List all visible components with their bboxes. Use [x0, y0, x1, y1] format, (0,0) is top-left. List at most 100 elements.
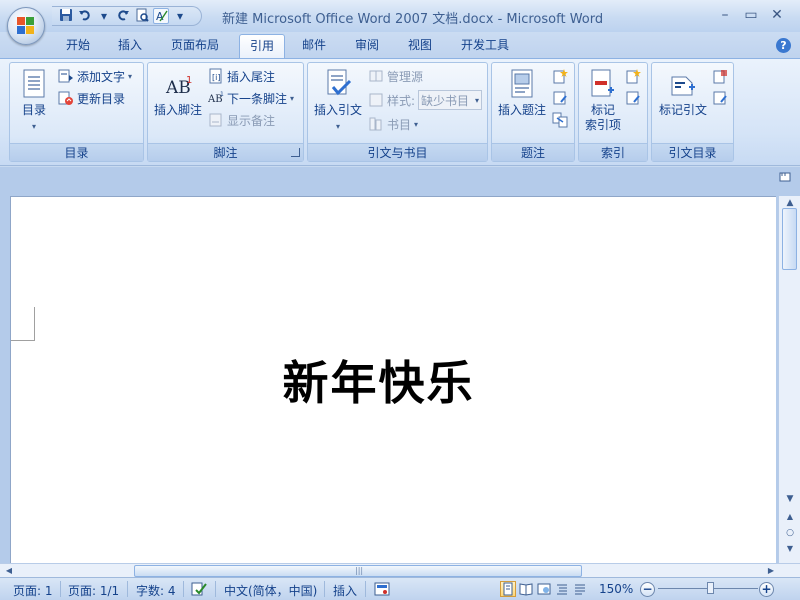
view-ruler-icon[interactable] [778, 171, 792, 185]
tab-insert[interactable]: 插入 [110, 34, 150, 58]
minimize-button[interactable]: – [712, 6, 738, 24]
footnotes-launcher-icon[interactable]: launcher [291, 148, 300, 157]
update-table-button[interactable] [552, 88, 568, 108]
update-toc-icon [58, 91, 73, 105]
insert-endnote-button[interactable]: [i] 插入尾注 [208, 66, 275, 86]
maximize-button[interactable]: ▭ [738, 6, 764, 24]
customize-qat-icon[interactable]: ▾ [172, 8, 188, 24]
mark-citation-button[interactable]: 标记引文 [654, 73, 712, 118]
previous-page-icon[interactable]: ▲ [782, 510, 798, 524]
toc-button[interactable]: 目录 ▾ [14, 69, 54, 134]
next-footnote-button[interactable]: AB 1 下一条脚注 ▾ [208, 88, 294, 108]
group-citations: 插入引文 ▾ 管理源 样式: 缺少书目 ▾ 书目 ▾ 引文与书目 [307, 62, 488, 162]
zoom-out-icon[interactable]: − [640, 582, 655, 597]
horizontal-scrollbar[interactable]: ◀ ||| ▶ [0, 563, 800, 577]
insert-index-button[interactable] [625, 66, 641, 86]
ribbon: 目录 ▾ 添加文字 ▾ 更新目录 目录 AB 1 插入脚注 [i] 插入尾注 AB 1… [0, 58, 800, 166]
tab-page-layout[interactable]: 页面布局 [163, 34, 227, 58]
update-index-icon [626, 91, 640, 105]
status-separator [60, 581, 61, 597]
undo-icon[interactable] [77, 8, 93, 24]
vertical-scrollbar[interactable]: ▲ ▼ ▲ ○ ▼ [778, 196, 800, 563]
style-dropdown[interactable]: 缺少书目 ▾ [418, 90, 483, 110]
insert-caption-icon [511, 69, 533, 98]
update-toc-button[interactable]: 更新目录 [58, 88, 125, 108]
status-separator [127, 581, 128, 597]
group-footnotes-label: 脚注 [148, 143, 303, 161]
status-insert-mode[interactable]: 插入 [333, 582, 357, 599]
mark-entry-label-line1: 标记 [590, 103, 615, 117]
zoom-in-icon[interactable]: + [759, 582, 774, 597]
vertical-scroll-thumb[interactable] [782, 208, 797, 270]
tab-review[interactable]: 审阅 [347, 34, 387, 58]
tab-references[interactable]: 引用 [239, 34, 285, 58]
select-browse-object-icon[interactable]: ○ [782, 526, 798, 540]
redo-icon[interactable] [115, 8, 131, 24]
insert-citation-button[interactable]: 插入引文 ▾ [310, 69, 366, 134]
update-index-button[interactable] [625, 88, 641, 108]
undo-dropdown-icon[interactable]: ▾ [96, 8, 112, 24]
macro-record-icon[interactable] [374, 581, 390, 600]
scroll-down-icon[interactable]: ▼ [782, 492, 798, 506]
update-toa-icon [713, 91, 727, 105]
office-button[interactable] [7, 7, 45, 45]
status-word-count[interactable]: 字数: 4 [136, 582, 176, 599]
group-table-of-authorities: 标记引文 引文目录 [651, 62, 734, 162]
mark-entry-button[interactable]: 标记 索引项 [581, 69, 625, 133]
bibliography-label: 书目 [387, 117, 412, 132]
update-toa-button[interactable] [712, 88, 728, 108]
tab-home[interactable]: 开始 [58, 34, 98, 58]
insert-caption-label: 插入题注 [497, 103, 546, 117]
next-footnote-label: 下一条脚注 [227, 91, 288, 106]
insert-table-of-figures-button[interactable] [552, 66, 568, 86]
group-captions: 插入题注 题注 [491, 62, 575, 162]
add-text-label: 添加文字 [77, 69, 126, 84]
outline-view-icon[interactable] [554, 581, 570, 597]
zoom-level[interactable]: 150% [599, 582, 633, 596]
manage-sources-button[interactable]: 管理源 [368, 66, 423, 86]
group-index: 标记 索引项 索引 [578, 62, 648, 162]
document-text[interactable]: 新年快乐 [11, 347, 776, 413]
toc-icon [23, 69, 45, 98]
tab-view[interactable]: 视图 [400, 34, 440, 58]
next-page-icon[interactable]: ▼ [782, 542, 798, 556]
close-button[interactable]: ✕ [764, 6, 790, 24]
web-layout-view-icon[interactable] [536, 581, 552, 597]
show-notes-label: 显示备注 [227, 113, 276, 128]
status-separator [183, 581, 184, 597]
proofing-icon[interactable] [190, 581, 208, 600]
svg-text:1: 1 [220, 91, 224, 98]
zoom-slider-thumb[interactable] [707, 582, 714, 594]
status-page-count[interactable]: 页面: 1/1 [68, 582, 119, 599]
save-icon[interactable] [58, 8, 74, 24]
bibliography-dropdown-icon: ▾ [414, 119, 419, 129]
add-text-button[interactable]: 添加文字 ▾ [58, 66, 132, 86]
office-logo-icon [17, 17, 35, 35]
show-notes-button[interactable]: 显示备注 [208, 110, 275, 130]
horizontal-scroll-thumb[interactable]: ||| [134, 565, 582, 577]
insert-toa-button[interactable] [712, 66, 728, 86]
scroll-left-icon[interactable]: ◀ [2, 564, 16, 578]
status-language[interactable]: 中文(简体，中国) [224, 582, 317, 599]
status-separator [215, 581, 216, 597]
spelling-icon[interactable]: A [153, 8, 169, 24]
style-dropdown-value: 缺少书目 [421, 93, 470, 108]
status-page[interactable]: 页面: 1 [13, 582, 53, 599]
group-footnotes: AB1 插入脚注 [i] 插入尾注 AB1 下一条脚注▾ 显示备注 脚注 lau… [147, 62, 304, 162]
cross-reference-button[interactable] [552, 110, 568, 130]
tab-developer[interactable]: 开发工具 [453, 34, 517, 58]
print-layout-view-icon[interactable] [500, 581, 516, 597]
draft-view-icon[interactable] [572, 581, 588, 597]
tab-mailings[interactable]: 邮件 [294, 34, 334, 58]
help-icon[interactable]: ? [776, 38, 791, 53]
print-preview-icon[interactable] [134, 8, 150, 24]
insert-caption-button[interactable]: 插入题注 [494, 69, 550, 118]
toc-dropdown-icon: ▾ [31, 122, 36, 131]
bibliography-button[interactable]: 书目 ▾ [368, 114, 418, 134]
document-page[interactable]: 新年快乐 [10, 196, 776, 563]
insert-footnote-button[interactable]: AB 1 插入脚注 [150, 73, 206, 118]
scroll-right-icon[interactable]: ▶ [764, 564, 778, 578]
full-screen-reading-view-icon[interactable] [518, 581, 534, 597]
manage-sources-label: 管理源 [387, 69, 424, 84]
show-notes-icon [209, 113, 222, 127]
